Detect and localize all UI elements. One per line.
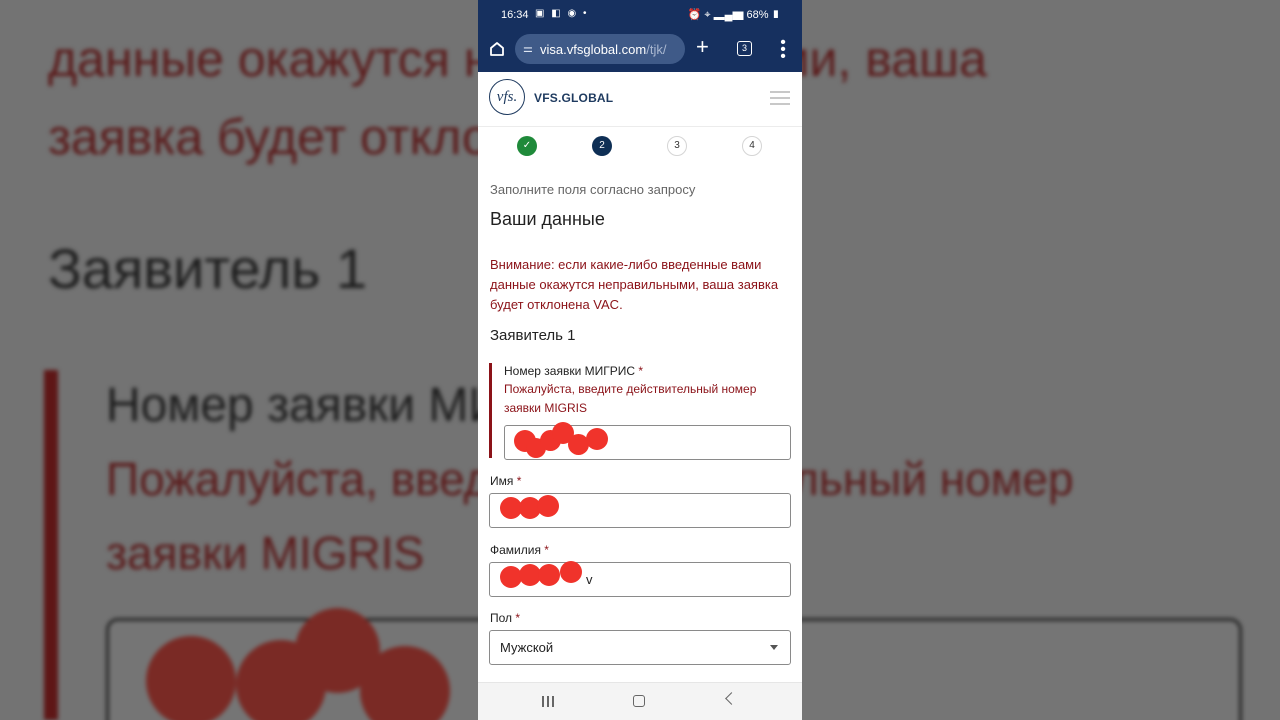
status-time: 16:34 xyxy=(501,9,529,21)
warning-message: Внимание: если какие-либо введенные вами… xyxy=(490,257,779,312)
alarm-icon: ⏰ xyxy=(687,9,702,21)
home-nav-icon[interactable] xyxy=(633,695,645,707)
page-title: Ваши данные xyxy=(490,209,605,229)
progress-steps: ✓ 2 3 4 xyxy=(478,134,802,160)
redaction-mark xyxy=(560,561,582,583)
new-tab-button[interactable]: + xyxy=(696,36,709,58)
site-header: vfs. VFS.GLOBAL xyxy=(478,72,802,127)
back-icon[interactable] xyxy=(725,692,738,705)
tab-switcher-button[interactable]: 3 xyxy=(737,41,752,56)
home-icon[interactable] xyxy=(488,40,506,58)
step-4: 4 xyxy=(742,136,762,156)
bg-redaction xyxy=(146,636,236,720)
error-indicator-bar xyxy=(489,363,492,458)
status-bar: 16:34 ▣ ◧ ◉ • ⏰ ⌖ ▂▄▆ 68% ▮ xyxy=(478,0,802,30)
step-2-active: 2 xyxy=(592,136,612,156)
battery-icon: ▮ xyxy=(771,9,780,21)
location-icon: ⌖ xyxy=(704,9,711,21)
bg-error-line2: заявки MIGRIS xyxy=(106,527,425,579)
status-right: ⏰ ⌖ ▂▄▆ 68% ▮ xyxy=(688,8,780,22)
step-1-complete: ✓ xyxy=(517,136,537,156)
applicant-heading: Заявитель 1 xyxy=(490,327,576,344)
bg-applicant-heading: Заявитель 1 xyxy=(48,237,368,300)
recent-apps-icon[interactable] xyxy=(542,696,554,707)
dropdown-arrow-icon xyxy=(770,645,778,650)
android-nav-bar xyxy=(478,682,802,720)
form-subtitle: Заполните поля согласно запросу xyxy=(490,182,696,197)
battery-level: 68% xyxy=(746,9,769,21)
migris-label: Номер заявки МИГРИС * xyxy=(504,364,644,378)
migris-error: Пожалуйста, введите действительный номер… xyxy=(504,382,757,415)
address-bar[interactable]: ⚌ visa.vfsglobal.com/tjk/ xyxy=(515,34,685,64)
gender-select[interactable]: Мужской xyxy=(489,630,791,665)
redaction-mark xyxy=(538,564,560,586)
redaction-mark xyxy=(537,495,559,517)
browser-toolbar: ⚌ visa.vfsglobal.com/tjk/ + 3 • • • xyxy=(478,30,802,72)
gender-selected-value: Мужской xyxy=(500,640,554,655)
signal-icon: ▂▄▆ xyxy=(713,9,744,21)
notification-icons: ▣ ◧ ◉ • xyxy=(535,8,589,19)
site-settings-icon[interactable]: ⚌ xyxy=(523,42,533,55)
more-menu-icon[interactable]: • • • xyxy=(778,35,788,65)
surname-visible-value: v xyxy=(586,572,593,587)
url-text: visa.vfsglobal.com/tjk/ xyxy=(540,42,667,57)
bg-error-bar xyxy=(44,370,58,720)
step-3: 3 xyxy=(667,136,687,156)
brand-name: VFS.GLOBAL xyxy=(534,91,614,105)
redaction-mark xyxy=(586,428,608,450)
vfs-logo[interactable]: vfs. xyxy=(489,79,525,115)
surname-label: Фамилия * xyxy=(490,543,549,557)
hamburger-menu-icon[interactable] xyxy=(770,91,790,105)
name-label: Имя * xyxy=(490,474,522,488)
gender-label: Пол * xyxy=(490,611,521,625)
phone-screen: 16:34 ▣ ◧ ◉ • ⏰ ⌖ ▂▄▆ 68% ▮ ⚌ visa.vfsgl… xyxy=(478,0,802,720)
